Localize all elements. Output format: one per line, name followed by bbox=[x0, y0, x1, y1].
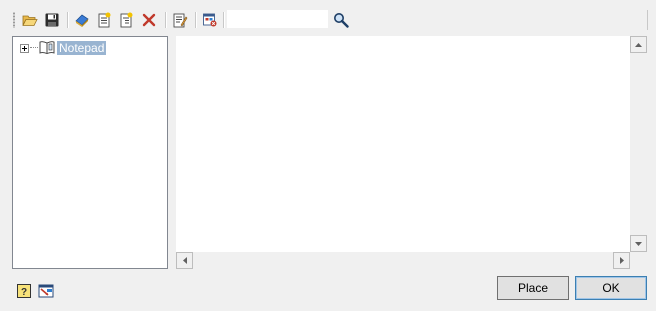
notepad-tree[interactable]: Notepad bbox=[12, 36, 168, 269]
tree-item-notepad[interactable]: Notepad bbox=[20, 40, 107, 57]
tree-connector bbox=[30, 47, 38, 49]
delete-icon[interactable] bbox=[139, 10, 159, 30]
notepad-book-icon bbox=[39, 40, 55, 57]
search-input[interactable] bbox=[227, 10, 328, 28]
expand-toggle-icon[interactable] bbox=[20, 43, 29, 53]
toolbar-end-line bbox=[647, 10, 648, 30]
insert-object-icon[interactable] bbox=[200, 10, 220, 30]
save-icon[interactable] bbox=[42, 10, 62, 30]
help-icon[interactable]: ? bbox=[16, 283, 32, 299]
new-subpage-icon[interactable] bbox=[116, 10, 136, 30]
vertical-scrollbar[interactable] bbox=[630, 36, 647, 252]
notepad-dialog: Notepad ? Place OK bbox=[0, 0, 656, 311]
open-folder-icon[interactable] bbox=[20, 10, 40, 30]
ok-button[interactable]: OK bbox=[575, 276, 647, 300]
new-page-icon[interactable] bbox=[94, 10, 114, 30]
toolbar-separator bbox=[195, 12, 197, 28]
toolbar-separator bbox=[223, 12, 225, 28]
scroll-down-icon[interactable] bbox=[630, 235, 647, 252]
tree-item-label[interactable]: Notepad bbox=[57, 41, 107, 55]
scrollbar-corner bbox=[630, 252, 647, 269]
search-icon[interactable] bbox=[331, 10, 351, 30]
toolbar-grip[interactable] bbox=[13, 12, 15, 28]
page-content-area[interactable] bbox=[176, 36, 647, 269]
scroll-left-icon[interactable] bbox=[176, 252, 193, 269]
properties-icon[interactable] bbox=[170, 10, 190, 30]
toolbar-separator bbox=[165, 12, 167, 28]
toolbar bbox=[8, 8, 648, 32]
place-button[interactable]: Place bbox=[497, 276, 569, 300]
scroll-right-icon[interactable] bbox=[613, 252, 630, 269]
svg-text:?: ? bbox=[21, 287, 27, 298]
catalog-icon[interactable] bbox=[72, 10, 92, 30]
toolbar-separator bbox=[67, 12, 69, 28]
horizontal-scrollbar[interactable] bbox=[176, 252, 630, 269]
screen-capture-icon[interactable] bbox=[38, 283, 54, 299]
scroll-up-icon[interactable] bbox=[630, 36, 647, 53]
